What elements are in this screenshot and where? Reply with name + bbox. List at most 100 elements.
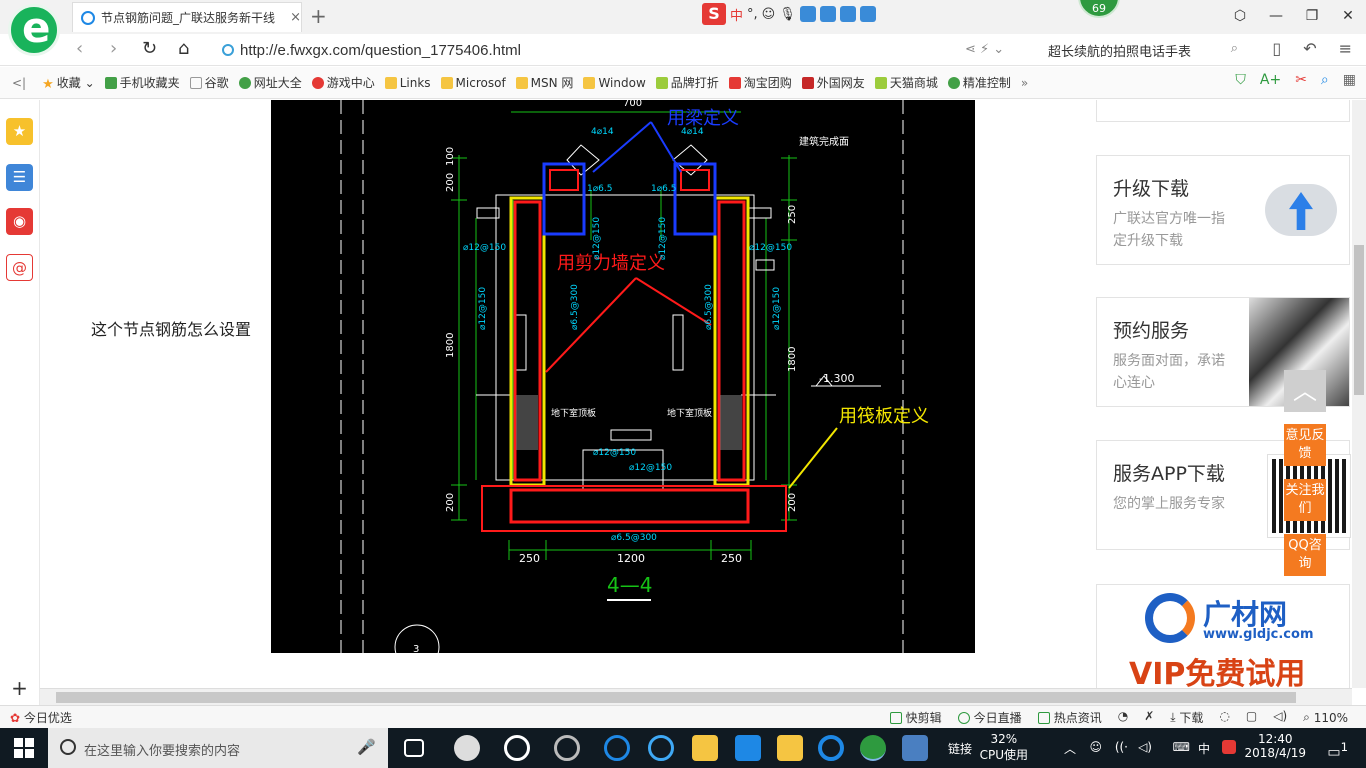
browser-logo-icon[interactable] xyxy=(8,3,60,56)
links-toolbar[interactable]: 链接 xyxy=(948,740,972,757)
live-button[interactable]: 今日直播 xyxy=(957,709,1022,726)
bookmark-item[interactable]: Microsof xyxy=(440,76,506,90)
score-badge[interactable]: 69 xyxy=(1078,0,1120,18)
browser-tab[interactable]: 节点钢筋问题_广联达服务新干线 × xyxy=(72,2,302,32)
ime-indicator[interactable]: 中 xyxy=(1198,740,1210,757)
vertical-scrollbar[interactable] xyxy=(1352,100,1366,688)
follow-button[interactable]: 关注我们 xyxy=(1284,479,1326,521)
grid-icon[interactable]: ▦ xyxy=(1343,72,1356,88)
mail-icon[interactable]: @ xyxy=(6,254,33,281)
bookmarks-toggle-icon[interactable]: <| xyxy=(12,76,26,90)
task-view-icon[interactable] xyxy=(404,739,424,757)
daily-picks[interactable]: ✿ 今日优选 xyxy=(10,709,72,726)
speed-icon[interactable]: ◔ xyxy=(1118,709,1128,726)
promo-banner[interactable]: 广材网 www.gldjc.com VIP免费试用 xyxy=(1096,584,1350,688)
undo-icon[interactable]: ↶ xyxy=(1303,39,1316,58)
new-tab-button[interactable]: + xyxy=(310,4,327,28)
bookmark-item[interactable]: 外国网友 xyxy=(801,74,865,91)
share-tools[interactable]: ⋖ ⚡ ⌄ xyxy=(965,42,1004,57)
windows-start-icon[interactable] xyxy=(14,738,34,758)
keyboard-icon[interactable]: ⌨ xyxy=(1173,740,1190,754)
tray-expand-icon[interactable]: ︿ xyxy=(1064,740,1076,757)
feedback-button[interactable]: 意见反馈 xyxy=(1284,424,1326,466)
minimize-button[interactable]: — xyxy=(1258,0,1294,32)
network-icon[interactable]: ((· xyxy=(1115,740,1128,754)
clock[interactable]: 12:40 2018/4/19 xyxy=(1244,732,1306,760)
bookmark-item[interactable]: 天猫商城 xyxy=(874,74,938,91)
plus-app-icon[interactable] xyxy=(735,735,761,761)
search-icon[interactable]: ⌕ xyxy=(1231,41,1238,56)
bookmark-item[interactable]: 游戏中心 xyxy=(311,74,375,91)
browser-app-icon[interactable] xyxy=(860,735,886,761)
bookmark-item[interactable]: 网址大全 xyxy=(238,74,302,91)
back-icon[interactable]: ‹ xyxy=(76,38,83,59)
url-text[interactable]: http://e.fwxgx.com/question_1775406.html xyxy=(240,42,521,59)
bookmark-item[interactable]: 谷歌 xyxy=(189,74,229,91)
refresh-icon[interactable]: ◌ xyxy=(1219,709,1229,726)
bookmark-item[interactable]: 手机收藏夹 xyxy=(104,74,180,91)
bookmark-item[interactable]: 精准控制 xyxy=(947,74,1011,91)
translate-icon[interactable]: A+ xyxy=(1260,72,1281,88)
weibo-icon[interactable]: ◉ xyxy=(6,208,33,235)
ie-icon[interactable] xyxy=(648,735,674,761)
qq-consult-button[interactable]: QQ咨询 xyxy=(1284,534,1326,576)
emoji-icon[interactable]: ☺ xyxy=(762,7,776,22)
skin-icon[interactable] xyxy=(819,6,836,22)
search-icon[interactable]: ⌕ xyxy=(1321,72,1329,88)
gld-app-icon[interactable] xyxy=(818,735,844,761)
shirt-icon[interactable] xyxy=(839,6,856,22)
notes-app-icon[interactable] xyxy=(777,735,803,761)
scroll-thumb[interactable] xyxy=(1354,245,1364,395)
favorites-icon[interactable]: ★ xyxy=(6,118,33,145)
tools-icon[interactable]: ✗ xyxy=(1144,709,1154,726)
edge-icon[interactable] xyxy=(604,735,630,761)
scroll-thumb[interactable] xyxy=(56,692,1296,703)
download-button[interactable]: ⤓ 下载 xyxy=(1170,709,1203,726)
news-button[interactable]: 热点资讯 xyxy=(1037,709,1102,726)
window-icon[interactable]: ▢ xyxy=(1246,709,1257,726)
ime-punct[interactable]: °, xyxy=(747,7,758,22)
shield-icon[interactable]: ⛉ xyxy=(1235,72,1246,88)
quick-edit-button[interactable]: 快剪辑 xyxy=(889,709,942,726)
keyboard-icon[interactable] xyxy=(799,6,816,22)
people-icon[interactable]: ☺ xyxy=(1089,740,1102,754)
bookmark-item[interactable]: ★ 收藏 ⌄ xyxy=(42,74,95,92)
service-card-partial[interactable] xyxy=(1096,100,1350,122)
bookmark-item[interactable]: Links xyxy=(384,76,431,90)
volume-icon[interactable]: ◁) xyxy=(1138,740,1152,754)
close-button[interactable]: ✕ xyxy=(1330,0,1366,32)
phone-icon[interactable]: ▯ xyxy=(1272,39,1281,58)
notification-icon[interactable]: ▭1 xyxy=(1327,740,1348,761)
upgrade-download-card[interactable]: 升级下载 广联达官方唯一指定升级下载 xyxy=(1096,155,1350,265)
edge-e-icon[interactable] xyxy=(504,735,530,761)
horizontal-scrollbar[interactable] xyxy=(40,688,1352,705)
wrench-icon[interactable] xyxy=(859,6,876,22)
search-text[interactable]: 超长续航的拍照电话手表 xyxy=(1048,45,1191,60)
skin-button[interactable]: ⬡ xyxy=(1222,0,1258,32)
bookmark-item[interactable]: 品牌打折 xyxy=(655,74,719,91)
menu-icon[interactable]: ≡ xyxy=(1339,39,1352,58)
url-field[interactable]: http://e.fwxgx.com/question_1775406.html xyxy=(222,39,952,61)
sogou-logo-icon[interactable]: S xyxy=(702,3,726,25)
reload-icon[interactable]: ↻ xyxy=(142,38,157,59)
bookmarks-more[interactable]: » xyxy=(1021,76,1028,90)
scissors-icon[interactable]: ✂ xyxy=(1295,72,1307,88)
bookmark-item[interactable]: 淘宝团购 xyxy=(728,74,792,91)
ime-lang[interactable]: 中 xyxy=(730,5,743,24)
reader-icon[interactable]: ☰ xyxy=(6,164,33,191)
add-icon[interactable]: + xyxy=(6,675,33,702)
sound-icon[interactable]: ◁) xyxy=(1273,709,1287,726)
back-to-top-button[interactable]: ︿ xyxy=(1284,370,1326,412)
bookmark-item[interactable]: MSN 网 xyxy=(515,74,573,91)
bookmark-item[interactable]: Window xyxy=(583,76,646,90)
taskbar-search-box[interactable]: 在这里输入你要搜索的内容 🎤 xyxy=(48,728,388,768)
forward-icon[interactable]: › xyxy=(110,38,117,59)
voice-icon[interactable]: 🎙 xyxy=(779,7,796,22)
microphone-icon[interactable]: 🎤 xyxy=(357,738,376,756)
tab-close-icon[interactable]: × xyxy=(290,10,301,25)
zoom-level[interactable]: ⌕ 110% xyxy=(1303,709,1348,726)
sogou-tray-icon[interactable] xyxy=(1222,740,1236,754)
cad-drawing-image[interactable]: 用梁定义 用剪力墙定义 用筏板定义 4—4 -1.300 700 建筑完成面 2… xyxy=(271,100,975,653)
swirl-app-icon[interactable] xyxy=(554,735,580,761)
fan-app-icon[interactable] xyxy=(454,735,480,761)
